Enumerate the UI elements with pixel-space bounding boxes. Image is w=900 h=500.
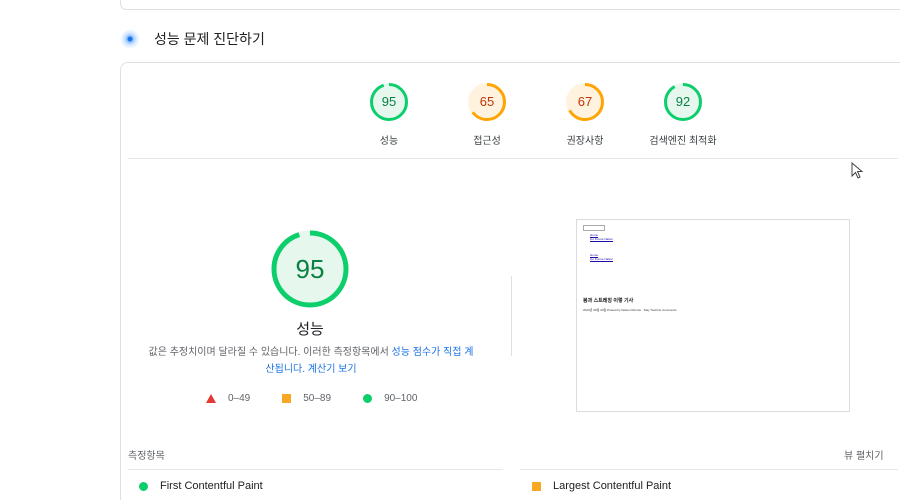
category-gauges: 95 성능 65 접근성 67 권장사항 92 검색엔진 최적화 [340,82,732,147]
orange-square-icon [532,481,541,491]
gauge-label: 성능 [379,136,399,147]
metric-label: First Contentful Paint [160,480,263,492]
performance-gauge: 95 [270,229,350,309]
description-text: 값은 추정치이며 달라질 수 있습니다. 이러한 측정항목에서 [148,347,392,358]
score-description: 값은 추정치이며 달라질 수 있습니다. 이러한 측정항목에서 성능 점수가 직… [146,344,476,378]
red-triangle-icon [206,394,216,403]
divider [128,469,503,470]
gauge-score: 92 [675,94,691,109]
calculator-link[interactable]: 계산기 보기 [308,364,357,375]
score-gauge: 65 [467,82,507,122]
metric-lcp: Largest Contentful Paint [532,480,671,492]
divider [520,469,898,470]
thumbnail-link: Go Future Nation [590,257,614,261]
thumbnail-link: Go Future Nation [590,237,614,241]
section-header: 성능 문제 진단하기 [120,28,265,50]
performance-score: 95 [295,254,325,284]
mouse-pointer-icon [851,162,864,179]
green-circle-icon [363,394,373,403]
metric-label: Largest Contentful Paint [553,480,672,492]
orange-square-icon [282,394,292,403]
section-title: 성능 문제 진단하기 [154,31,265,47]
previous-section-card [120,0,900,10]
thumbnail-search-box [583,225,605,231]
thumbnail-meta: 2023년 09월 24일 Posted by Nelson Ronnie · … [583,308,677,312]
score-gauge: 67 [565,82,605,122]
divider [128,158,898,159]
gauge-score: 67 [577,94,593,109]
score-gauge: 92 [663,82,703,122]
gauge-seo[interactable]: 92 검색엔진 최적화 [634,82,732,147]
legend-good: 90–100 [363,393,417,404]
lighthouse-logo-icon [120,29,140,49]
vertical-divider [511,276,512,356]
gauge-performance[interactable]: 95 성능 [340,82,438,147]
performance-label: 성능 [296,321,324,338]
metric-fcp: First Contentful Paint [139,480,263,492]
legend-average: 50–89 [282,393,331,404]
gauge-accessibility[interactable]: 65 접근성 [438,82,536,147]
gauge-score: 65 [479,94,495,109]
expand-view-toggle[interactable]: 뷰 펼치기 [844,447,884,462]
gauge-score: 95 [381,94,397,109]
metrics-title: 측정항목 [128,451,165,462]
gauge-label: 접근성 [473,136,501,147]
legend-good-label: 90–100 [384,393,418,404]
thumbnail-heading: 봉과 스트레칭 이렇 기사 [583,298,634,304]
gauge-label: 권장사항 [566,136,604,147]
legend-poor-label: 0–49 [228,393,251,404]
gauge-label: 검색엔진 최적화 [649,136,717,147]
score-gauge: 95 [369,82,409,122]
final-screenshot-thumbnail[interactable]: Home Go Future Nation Home Go Future Nat… [576,219,850,412]
legend-average-label: 50–89 [303,393,332,404]
legend-poor: 0–49 [206,393,250,404]
gauge-best-practices[interactable]: 67 권장사항 [536,82,634,147]
score-legend: 0–49 50–89 90–100 [206,393,449,404]
green-circle-icon [139,481,148,491]
